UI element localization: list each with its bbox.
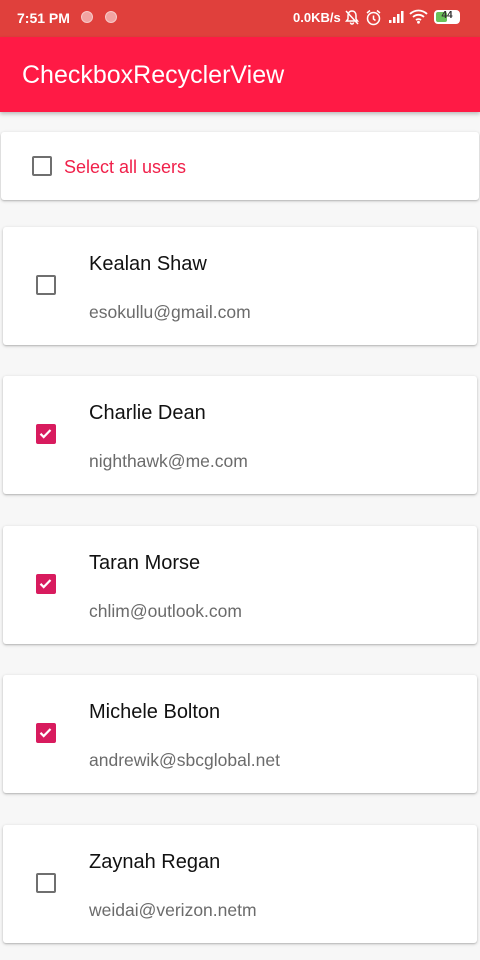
checkmark-icon — [39, 728, 52, 738]
user-email: andrewik@sbcglobal.net — [89, 750, 280, 770]
user-checkbox[interactable] — [36, 873, 56, 893]
user-checkbox[interactable] — [36, 574, 56, 594]
page-title: CheckboxRecyclerView — [22, 61, 285, 89]
user-card[interactable]: Kealan Shaw esokullu@gmail.com — [3, 227, 477, 345]
user-email: nighthawk@me.com — [89, 451, 248, 471]
select-all-label: Select all users — [64, 157, 187, 177]
select-all-checkbox[interactable] — [32, 156, 52, 176]
app-bar: CheckboxRecyclerView — [0, 37, 480, 112]
user-card[interactable]: Taran Morse chlim@outlook.com — [3, 526, 477, 644]
signal-icon — [388, 9, 405, 27]
select-all-row[interactable]: Select all users — [1, 132, 479, 200]
user-card[interactable]: Charlie Dean nighthawk@me.com — [3, 376, 477, 494]
user-email: esokullu@gmail.com — [89, 302, 251, 322]
status-bar: 7:51 PM 0.0KB/s 44 — [0, 0, 480, 37]
user-email: chlim@outlook.com — [89, 601, 242, 621]
user-checkbox[interactable] — [36, 424, 56, 444]
user-name: Taran Morse — [89, 552, 201, 574]
user-name: Charlie Dean — [89, 402, 206, 424]
status-time: 7:51 PM — [17, 10, 70, 26]
user-card[interactable]: Zaynah Regan weidai@verizon.netm — [3, 825, 477, 943]
user-name: Michele Bolton — [89, 701, 221, 723]
user-name: Kealan Shaw — [89, 253, 207, 275]
checkmark-icon — [39, 429, 52, 439]
user-checkbox[interactable] — [36, 275, 56, 295]
network-speed: 0.0KB/s — [293, 10, 341, 25]
battery-level: 44 — [441, 10, 453, 21]
wifi-icon — [409, 9, 428, 27]
user-email: weidai@verizon.netm — [89, 900, 257, 920]
notification-dot-icon — [81, 11, 93, 23]
user-checkbox[interactable] — [36, 723, 56, 743]
battery-icon: 44 — [434, 10, 460, 24]
mute-icon — [344, 9, 360, 29]
user-name: Zaynah Regan — [89, 851, 221, 873]
checkmark-icon — [39, 579, 52, 589]
user-card[interactable]: Michele Bolton andrewik@sbcglobal.net — [3, 675, 477, 793]
alarm-icon — [365, 9, 382, 29]
notification-dot-icon — [105, 11, 117, 23]
